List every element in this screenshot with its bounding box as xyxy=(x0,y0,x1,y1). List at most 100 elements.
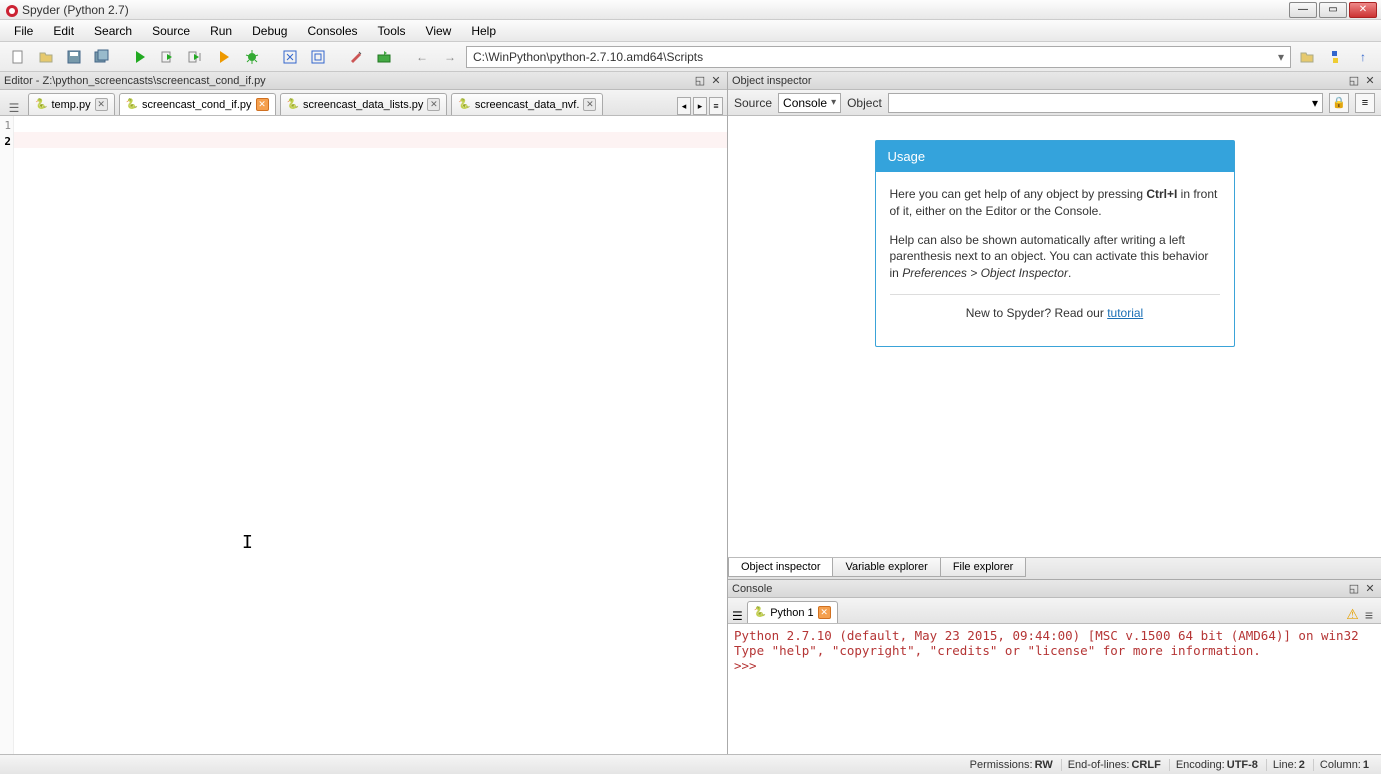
tabs-scroll-right[interactable]: ▸ xyxy=(693,97,707,115)
run-button[interactable] xyxy=(128,45,152,69)
code-area[interactable]: 𝙸 xyxy=(14,116,727,754)
undock-icon[interactable]: ◱ xyxy=(1347,582,1361,596)
console-menu-icon[interactable]: ☰ xyxy=(732,609,743,623)
open-file-button[interactable] xyxy=(34,45,58,69)
usage-tutorial-line: New to Spyder? Read our tutorial xyxy=(890,305,1220,322)
python-file-icon: 🐍 xyxy=(287,99,299,110)
object-input[interactable]: ▾ xyxy=(888,93,1323,113)
close-pane-icon[interactable]: ✕ xyxy=(709,74,723,88)
menu-file[interactable]: File xyxy=(4,21,43,41)
close-pane-icon[interactable]: ✕ xyxy=(1363,74,1377,88)
tab-object-inspector[interactable]: Object inspector xyxy=(728,558,833,577)
main-toolbar: ← → C:\WinPython\python-2.7.10.amd64\Scr… xyxy=(0,42,1381,72)
console-tab-label: Python 1 xyxy=(770,607,813,619)
close-button[interactable]: ✕ xyxy=(1349,2,1377,18)
editor-pane-title: Editor - Z:\python_screencasts\screencas… xyxy=(4,75,691,87)
run-cell-button[interactable] xyxy=(156,45,180,69)
inspector-lock-button[interactable]: 🔒 xyxy=(1329,93,1349,113)
undock-icon[interactable]: ◱ xyxy=(1347,74,1361,88)
inspector-pane-header: Object inspector ◱ ✕ xyxy=(728,72,1381,90)
spyder-icon xyxy=(4,3,18,17)
save-all-button[interactable] xyxy=(90,45,114,69)
console-tab-python1[interactable]: 🐍 Python 1 ✕ xyxy=(747,601,838,623)
tabs-scroll-left[interactable]: ◂ xyxy=(677,97,691,115)
editor-tab-data-lists[interactable]: 🐍 screencast_data_lists.py ✕ xyxy=(280,93,448,115)
usage-card: Usage Here you can get help of any objec… xyxy=(875,140,1235,347)
undock-icon[interactable]: ◱ xyxy=(693,74,707,88)
status-line: Line: 2 xyxy=(1266,759,1311,771)
menu-run[interactable]: Run xyxy=(200,21,242,41)
menu-source[interactable]: Source xyxy=(142,21,200,41)
parent-dir-button[interactable]: ↑ xyxy=(1351,45,1375,69)
maximize-button[interactable]: ▭ xyxy=(1319,2,1347,18)
chevron-down-icon: ▾ xyxy=(831,97,836,108)
back-button[interactable]: ← xyxy=(410,45,434,69)
working-dir-combo[interactable]: C:\WinPython\python-2.7.10.amd64\Scripts… xyxy=(466,46,1291,68)
maximize-pane-button[interactable] xyxy=(278,45,302,69)
editor-tabs-row: ☰ 🐍 temp.py ✕ 🐍 screencast_cond_if.py ✕ … xyxy=(0,90,727,116)
console-options-icon[interactable]: ≡ xyxy=(1365,607,1373,623)
title-bar: Spyder (Python 2.7) — ▭ ✕ xyxy=(0,0,1381,20)
menu-edit[interactable]: Edit xyxy=(43,21,84,41)
forward-button[interactable]: → xyxy=(438,45,462,69)
editor-gutter: 1 2 xyxy=(0,116,14,754)
menu-tools[interactable]: Tools xyxy=(368,21,416,41)
chevron-down-icon: ▾ xyxy=(1312,96,1318,110)
right-pane: Object inspector ◱ ✕ Source Console ▾ Ob… xyxy=(728,72,1381,754)
tab-close-icon[interactable]: ✕ xyxy=(427,98,440,111)
tab-close-icon[interactable]: ✕ xyxy=(256,98,269,111)
close-pane-icon[interactable]: ✕ xyxy=(1363,582,1377,596)
inspector-options-button[interactable]: ≡ xyxy=(1355,93,1375,113)
menu-help[interactable]: Help xyxy=(461,21,506,41)
status-column: Column: 1 xyxy=(1313,759,1375,771)
fullscreen-button[interactable] xyxy=(306,45,330,69)
menu-view[interactable]: View xyxy=(416,21,462,41)
python-icon[interactable] xyxy=(1323,45,1347,69)
window-controls: — ▭ ✕ xyxy=(1289,2,1377,18)
line-number: 2 xyxy=(0,134,11,150)
editor-body[interactable]: 1 2 𝙸 xyxy=(0,116,727,754)
editor-tab-data-nvf[interactable]: 🐍 screencast_data_nvf. ✕ xyxy=(451,93,603,115)
status-encoding: Encoding: UTF-8 xyxy=(1169,759,1264,771)
tab-variable-explorer[interactable]: Variable explorer xyxy=(832,558,940,577)
minimize-button[interactable]: — xyxy=(1289,2,1317,18)
save-button[interactable] xyxy=(62,45,86,69)
browse-dir-button[interactable] xyxy=(1295,45,1319,69)
line-number: 1 xyxy=(0,118,11,134)
text-cursor-icon: 𝙸 xyxy=(242,532,253,553)
window-title: Spyder (Python 2.7) xyxy=(22,3,1289,17)
tab-label: screencast_data_nvf. xyxy=(475,99,580,111)
menu-consoles[interactable]: Consoles xyxy=(297,21,367,41)
python-icon: 🐍 xyxy=(754,607,766,618)
run-cell-advance-button[interactable] xyxy=(184,45,208,69)
editor-pane-header: Editor - Z:\python_screencasts\screencas… xyxy=(0,72,727,90)
tab-file-explorer[interactable]: File explorer xyxy=(940,558,1027,577)
usage-heading: Usage xyxy=(876,141,1234,172)
tabs-menu-icon[interactable]: ☰ xyxy=(4,101,24,115)
tabs-list-button[interactable]: ≡ xyxy=(709,97,723,115)
inspector-bottom-tabs: Object inspector Variable explorer File … xyxy=(728,557,1381,579)
chevron-down-icon: ▾ xyxy=(1278,50,1284,64)
menu-debug[interactable]: Debug xyxy=(242,21,297,41)
console-pane: Console ◱ ✕ ☰ 🐍 Python 1 ✕ ⚠ ≡ Python 2.… xyxy=(728,579,1381,754)
usage-p1: Here you can get help of any object by p… xyxy=(890,186,1220,220)
editor-tab-cond-if[interactable]: 🐍 screencast_cond_if.py ✕ xyxy=(119,93,276,115)
tutorial-link[interactable]: tutorial xyxy=(1107,306,1143,320)
source-combo[interactable]: Console ▾ xyxy=(778,93,841,113)
tab-close-icon[interactable]: ✕ xyxy=(818,606,831,619)
preferences-button[interactable] xyxy=(344,45,368,69)
pythonpath-button[interactable] xyxy=(372,45,396,69)
tab-close-icon[interactable]: ✕ xyxy=(583,98,596,111)
console-output[interactable]: Python 2.7.10 (default, May 23 2015, 09:… xyxy=(728,624,1381,754)
run-selection-button[interactable] xyxy=(212,45,236,69)
usage-body: Here you can get help of any object by p… xyxy=(876,172,1234,346)
console-pane-title: Console xyxy=(732,583,1345,595)
python-file-icon: 🐍 xyxy=(35,99,47,110)
editor-tab-temp[interactable]: 🐍 temp.py ✕ xyxy=(28,93,115,115)
object-label: Object xyxy=(847,96,882,110)
debug-button[interactable] xyxy=(240,45,264,69)
menu-search[interactable]: Search xyxy=(84,21,142,41)
new-file-button[interactable] xyxy=(6,45,30,69)
tab-close-icon[interactable]: ✕ xyxy=(95,98,108,111)
source-value: Console xyxy=(783,96,827,110)
